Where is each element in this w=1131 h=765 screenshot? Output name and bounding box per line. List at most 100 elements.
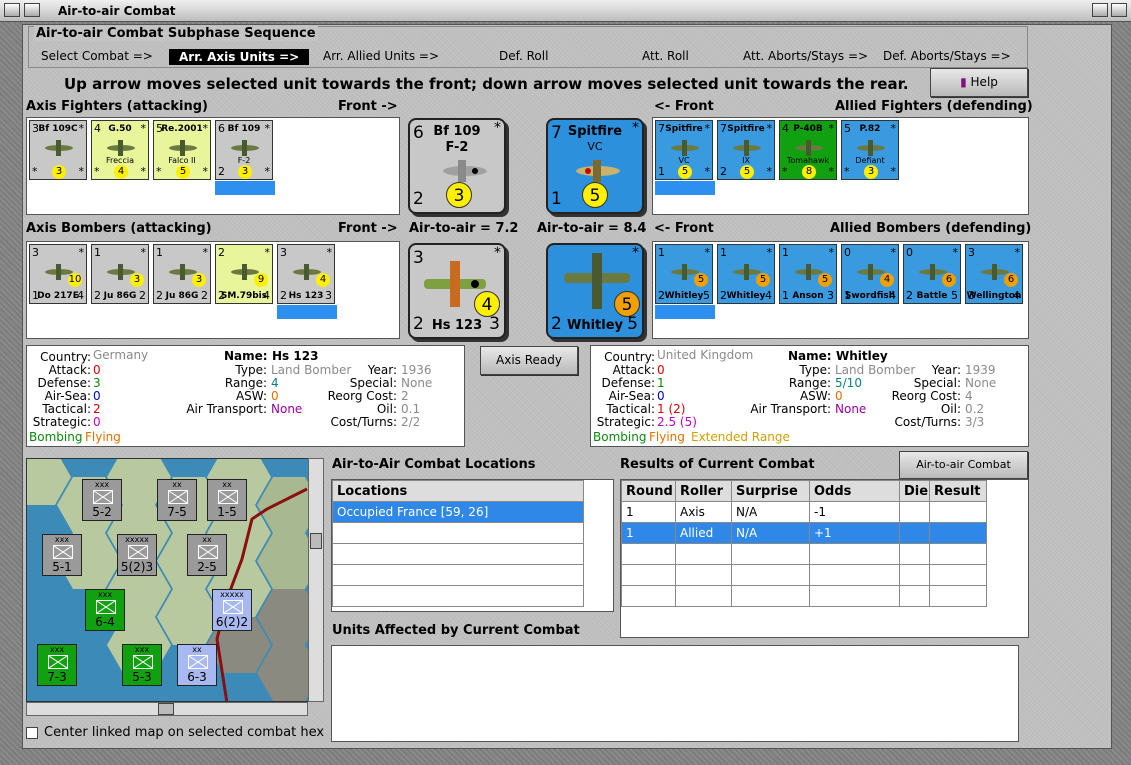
counter-strength: 7-5 — [167, 505, 187, 519]
unit-card[interactable]: 3 * Bf 109C * 3 * — [29, 120, 87, 180]
map-vscrollbar[interactable] — [308, 458, 324, 702]
strength-dot: 8 — [802, 165, 816, 179]
air-to-air-chart-button[interactable]: Air-to-air Combat Chart — [899, 451, 1028, 497]
counter-strength: 6-3 — [187, 670, 207, 684]
unit-card[interactable]: 0 * Swordfish 1 4 4 — [841, 244, 899, 304]
help-button[interactable]: ▮ Help — [930, 68, 1028, 97]
axis-fighters-panel[interactable]: 3 * Bf 109C * 3 * 4 * G.50 Freccia * 4 * 5 * Re.2001 Fal… — [26, 117, 400, 215]
range-value: 4 — [1013, 289, 1020, 302]
map-unit-counter[interactable]: 6(2)2 xxxxx — [212, 589, 252, 631]
defense-value: 3 — [93, 376, 101, 390]
airsea-key: Air-Sea: — [608, 389, 655, 403]
unit-card[interactable]: 7 * Spitfire IX 2 5 * — [717, 120, 775, 180]
defense-value: 2 — [218, 165, 225, 178]
map-unit-counter[interactable]: 7-5 xx — [157, 479, 197, 521]
axis-bomber-selected-card[interactable]: 3 * 4 2 Hs 123 3 — [408, 243, 506, 339]
map-unit-counter[interactable]: 5(2)3 xxxxx — [117, 534, 157, 576]
axis-fighter-selected-card[interactable]: 6 * Bf 109 F-2 2 3 — [408, 118, 506, 214]
map-unit-counter[interactable]: 5-1 xxx — [42, 534, 82, 576]
asw-value: 0 — [271, 389, 279, 403]
allied-fighters-panel[interactable]: 7 * Spitfire VC 1 5 * 7 * Spitfire IX 2 5 * 4 * P-40B Tom… — [652, 117, 1029, 215]
table-row[interactable]: 1 Allied N/A +1 — [621, 522, 987, 544]
plane-icon — [292, 263, 322, 281]
year-value: 1939 — [965, 363, 996, 377]
attack-key: Attack: — [48, 363, 91, 377]
axis-bombers-panel[interactable]: 3 * Do 217E 1 4 10 1 * Ju 86G 2 2 3 1 * Ju 86G 2 2 3 2 * SM.… — [26, 241, 400, 339]
plane-icon — [44, 263, 74, 281]
star-marker: * — [952, 246, 959, 259]
table-row[interactable]: 1 Axis N/A -1 — [621, 501, 987, 523]
units-affected-panel — [331, 645, 1019, 742]
reorg-key: Reorg Cost: — [327, 389, 397, 403]
plane-icon — [794, 139, 824, 157]
defense-value: 2 — [906, 289, 913, 302]
allied-bomber-selected-card[interactable]: * 5 2 Whitley 5 — [546, 243, 644, 339]
map-unit-counter[interactable]: 5-3 xxx — [122, 644, 162, 686]
map-vscroll-thumb[interactable] — [310, 533, 322, 549]
unit-card[interactable]: 4 * G.50 Freccia * 4 * — [91, 120, 149, 180]
allied-bombers-panel[interactable]: 1 * Whitley 2 5 5 1 * Whitley 2 4 5 1 * Anson 1 3 5 0 * Swor… — [652, 241, 1029, 339]
unit-card[interactable]: 5 * Re.2001 Falco II * 5 * — [153, 120, 211, 180]
unit-card[interactable]: 6 * Bf 109 F-2 2 3 * — [215, 120, 273, 180]
allied-unit-info: Country: United Kingdom Attack: 0 Defens… — [590, 345, 1029, 447]
locations-title: Air-to-Air Combat Locations — [332, 457, 536, 472]
counter-size: xxxxx — [220, 590, 244, 599]
cell — [899, 501, 930, 523]
unit-card[interactable]: 3 * Do 217E 1 4 10 — [29, 244, 87, 304]
counter-size: xx — [202, 535, 212, 544]
range-value: 3 — [827, 289, 834, 302]
map-unit-counter[interactable]: 7-3 xxx — [37, 644, 77, 686]
unit-card[interactable]: 1 * Whitley 2 4 5 — [717, 244, 775, 304]
axis-bombers-label: Axis Bombers (attacking) — [26, 221, 212, 236]
map-unit-counter[interactable]: 6-3 xx — [177, 644, 217, 686]
system-menu-icon[interactable] — [4, 3, 20, 17]
map-unit-counter[interactable]: 1-5 xx — [207, 479, 247, 521]
unit-card[interactable]: 3 * Hs 123 2 3 4 — [277, 244, 335, 304]
country-key: Country: — [40, 350, 91, 364]
range-value: 5/10 — [835, 376, 862, 390]
minimize-icon[interactable] — [24, 3, 40, 17]
map-hscroll-thumb[interactable] — [158, 703, 174, 715]
unit-card[interactable]: 0 * Battle 2 5 6 — [903, 244, 961, 304]
axis-ready-button[interactable]: Axis Ready — [480, 346, 578, 375]
map-unit-counter[interactable]: 2-5 xx — [187, 534, 227, 576]
unit-card[interactable]: 3 * Wellington 3 4 6 — [965, 244, 1023, 304]
airtransport-key: Air Transport: — [750, 402, 831, 416]
star-marker: * — [828, 165, 835, 178]
plane-icon — [168, 139, 198, 157]
unit-card[interactable]: 1 * Ju 86G 2 2 3 — [91, 244, 149, 304]
maximize-icon[interactable] — [1092, 3, 1108, 17]
unit-card[interactable]: 5 * P.82 Defiant * 3 * — [841, 120, 899, 180]
unit-name: Spitfire — [665, 124, 703, 134]
infantry-symbol-icon — [93, 490, 113, 504]
unit-card[interactable]: 1 * Whitley 2 5 5 — [655, 244, 713, 304]
table-row[interactable]: Occupied France [59, 26] — [332, 501, 584, 523]
unit-card[interactable]: 4 * P-40B Tomahawk * 8 * — [779, 120, 837, 180]
allied-fighters-front: <- Front — [654, 99, 714, 114]
map-hscrollbar[interactable] — [26, 702, 308, 716]
center-map-checkbox[interactable] — [26, 727, 38, 739]
counter-size: xxx — [49, 645, 65, 654]
counter-size: xx — [192, 645, 202, 654]
unit-sub: IX — [742, 156, 750, 165]
defense-value: 1 — [32, 289, 39, 302]
unit-card[interactable]: 1 * Ju 86G 2 2 3 — [153, 244, 211, 304]
unit-card[interactable]: 7 * Spitfire VC 1 5 * — [655, 120, 713, 180]
unit-name: Re.2001 — [161, 124, 203, 134]
cell — [899, 522, 930, 544]
linked-map[interactable]: 5-2 xxx 7-5 xx 1-5 xx 5-1 xxx 5(2)3 xxxxx 2-5 xx 6-4… — [26, 458, 324, 702]
cell: 1 — [621, 501, 676, 523]
unit-card[interactable]: 2 * SM.79bis 2 4 9 — [215, 244, 273, 304]
star-marker: * — [78, 165, 85, 178]
name-value: Hs 123 — [272, 349, 319, 363]
plane-icon — [670, 263, 700, 281]
col-surprise: Surprise — [731, 480, 810, 502]
cost-key: Cost/Turns: — [894, 415, 961, 429]
unit-card[interactable]: 1 * Anson 1 3 5 — [779, 244, 837, 304]
map-unit-counter[interactable]: 6-4 xxx — [85, 589, 125, 631]
oil-value: 0.1 — [401, 402, 421, 416]
map-unit-counter[interactable]: 5-2 xxx — [82, 479, 122, 521]
close-icon[interactable] — [1111, 3, 1127, 17]
allied-fighter-selected-card[interactable]: 7 * Spitfire VC 1 5 — [546, 118, 644, 214]
counter-size: xxx — [134, 645, 150, 654]
